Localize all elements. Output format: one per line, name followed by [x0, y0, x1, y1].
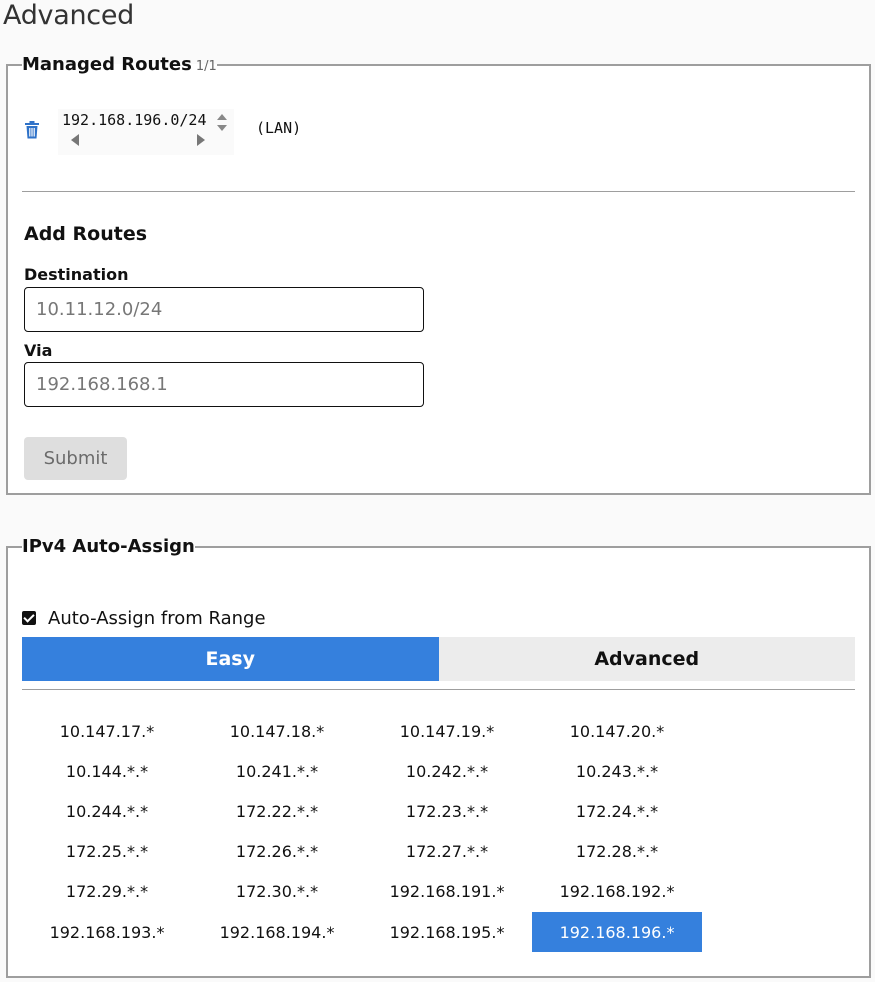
destination-label: Destination [24, 265, 129, 284]
route-via: (LAN) [256, 119, 302, 137]
range-option[interactable]: 192.168.192.* [532, 872, 702, 912]
tab-easy[interactable]: Easy [22, 637, 439, 681]
range-option[interactable]: 172.25.*.* [22, 832, 192, 872]
mode-tabs: Easy Advanced [22, 637, 855, 681]
range-option[interactable]: 10.147.18.* [192, 711, 362, 751]
range-option[interactable]: 192.168.193.* [22, 912, 192, 952]
divider [22, 689, 855, 690]
route-destination: 192.168.196.0/24 [62, 111, 207, 129]
arrow-left-icon[interactable] [70, 133, 80, 147]
range-option[interactable]: 172.24.*.* [532, 791, 702, 831]
trash-icon[interactable] [24, 121, 40, 139]
range-option[interactable]: 172.29.*.* [22, 872, 192, 912]
auto-assign-row[interactable]: Auto-Assign from Range [22, 605, 266, 631]
page-title: Advanced [3, 0, 134, 31]
range-option[interactable]: 172.26.*.* [192, 832, 362, 872]
range-option[interactable]: 10.147.20.* [532, 711, 702, 751]
range-option[interactable]: 192.168.195.* [362, 912, 532, 952]
range-option[interactable]: 172.28.*.* [532, 832, 702, 872]
managed-routes-title: Managed Routes [22, 54, 192, 75]
range-grid: 10.147.17.* 10.147.18.* 10.147.19.* 10.147.… [22, 711, 702, 953]
range-option[interactable]: 10.144.*.* [22, 751, 192, 791]
managed-routes-legend: Managed Routes 1/1 [22, 54, 217, 75]
range-option[interactable]: 192.168.196.* [532, 911, 702, 953]
tab-advanced[interactable]: Advanced [438, 637, 855, 681]
add-routes-title: Add Routes [24, 223, 148, 245]
spin-arrows-icon[interactable] [216, 112, 228, 134]
auto-assign-label: Auto-Assign from Range [48, 607, 266, 629]
auto-assign-checkbox[interactable] [22, 611, 36, 625]
managed-routes-panel: Managed Routes 1/1 192.168.196.0/24 (LAN) [6, 54, 871, 495]
range-option[interactable]: 172.30.*.* [192, 872, 362, 912]
range-option[interactable]: 192.168.194.* [192, 912, 362, 952]
ipv4-auto-assign-title: IPv4 Auto-Assign [22, 536, 195, 557]
range-option[interactable]: 192.168.191.* [362, 872, 532, 912]
range-option[interactable]: 10.147.19.* [362, 711, 532, 751]
managed-routes-count: 1/1 [195, 59, 217, 74]
destination-input[interactable] [24, 287, 424, 332]
range-option[interactable]: 10.147.17.* [22, 711, 192, 751]
range-option[interactable]: 10.241.*.* [192, 751, 362, 791]
route-row: 192.168.196.0/24 (LAN) [24, 109, 344, 157]
via-label: Via [24, 341, 53, 360]
range-option[interactable]: 10.244.*.* [22, 791, 192, 831]
divider [22, 191, 855, 192]
via-input[interactable] [24, 362, 424, 407]
range-option[interactable]: 10.243.*.* [532, 751, 702, 791]
arrow-right-icon[interactable] [196, 133, 206, 147]
route-destination-box[interactable]: 192.168.196.0/24 [58, 109, 234, 155]
ipv4-auto-assign-panel: IPv4 Auto-Assign Auto-Assign from Range … [6, 536, 871, 978]
range-option[interactable]: 10.242.*.* [362, 751, 532, 791]
submit-button[interactable]: Submit [24, 437, 127, 480]
range-option[interactable]: 172.23.*.* [362, 791, 532, 831]
range-option[interactable]: 172.22.*.* [192, 791, 362, 831]
range-option[interactable]: 172.27.*.* [362, 832, 532, 872]
